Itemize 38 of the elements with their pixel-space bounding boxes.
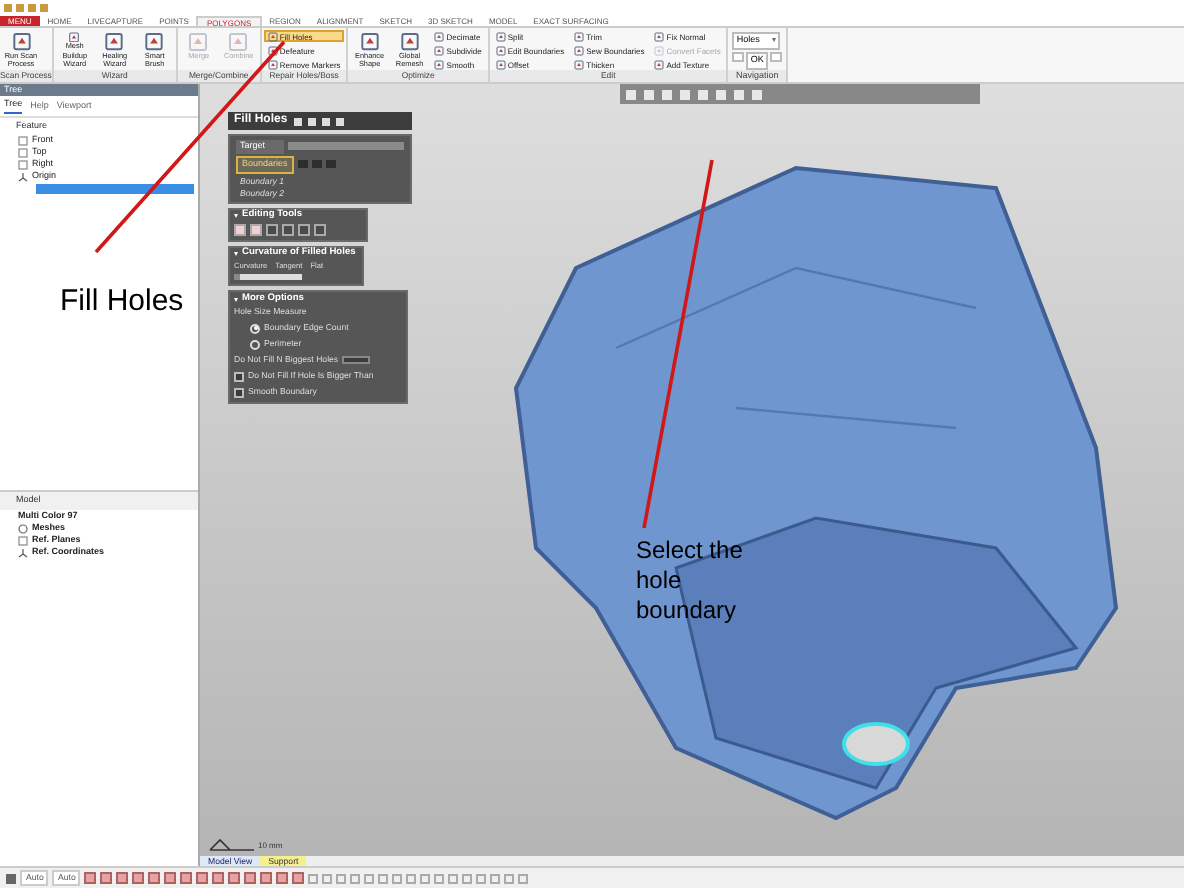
selected-tree-item[interactable] xyxy=(36,183,194,193)
axes-icon xyxy=(18,172,28,182)
axes-icon xyxy=(18,548,28,558)
tool-icon xyxy=(574,31,585,41)
tool-icon xyxy=(495,45,506,55)
tool-icon xyxy=(434,45,445,55)
checkbox[interactable] xyxy=(234,371,244,382)
number-field[interactable] xyxy=(342,356,371,365)
mesh-icon xyxy=(18,524,28,534)
checkbox[interactable] xyxy=(234,387,244,398)
tool-icon xyxy=(11,32,31,52)
tool-icon xyxy=(188,32,209,52)
tool-icon xyxy=(359,32,380,52)
target-field[interactable] xyxy=(288,142,404,151)
tool-icon xyxy=(654,45,665,55)
tool-icon xyxy=(399,32,420,52)
tool-icon xyxy=(64,32,85,43)
tool-icon xyxy=(434,31,445,41)
tool-icon xyxy=(434,59,445,69)
tool-icon xyxy=(574,59,585,69)
annotation-text: Fill Holes xyxy=(60,282,184,322)
tool-icon xyxy=(267,45,278,55)
slider-fill[interactable] xyxy=(234,274,241,281)
radio-button[interactable] xyxy=(250,339,260,350)
tool-icon xyxy=(144,32,165,52)
tool-icon xyxy=(104,32,125,52)
radio-button[interactable] xyxy=(250,323,260,334)
tool-icon xyxy=(495,59,506,69)
tool-icon xyxy=(228,32,249,52)
tool-icon xyxy=(267,31,278,41)
annotation-text: Select the hole boundary xyxy=(636,536,745,626)
scale-bar-icon xyxy=(208,836,256,852)
tool-icon xyxy=(574,45,585,55)
tool-icon xyxy=(495,31,506,41)
tool-icon xyxy=(267,59,278,69)
plane-icon xyxy=(18,536,28,546)
tool-icon xyxy=(654,31,665,41)
tool-icon xyxy=(654,59,665,69)
